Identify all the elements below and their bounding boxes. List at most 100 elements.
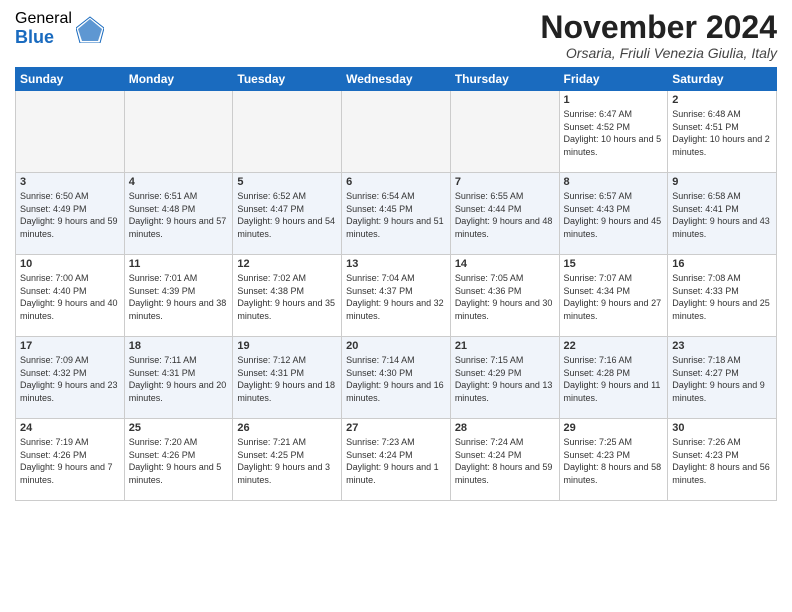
day-number: 11 xyxy=(129,258,229,270)
day-number: 26 xyxy=(237,422,337,434)
day-number: 5 xyxy=(237,176,337,188)
table-row: 28 Sunrise: 7:24 AM Sunset: 4:24 PM Dayli… xyxy=(450,419,559,501)
header-tuesday: Tuesday xyxy=(233,68,342,91)
day-info: Sunrise: 7:23 AM Sunset: 4:24 PM Dayligh… xyxy=(346,436,446,486)
day-info: Sunrise: 7:14 AM Sunset: 4:30 PM Dayligh… xyxy=(346,354,446,404)
day-info: Sunrise: 7:04 AM Sunset: 4:37 PM Dayligh… xyxy=(346,272,446,322)
day-info: Sunrise: 7:25 AM Sunset: 4:23 PM Dayligh… xyxy=(564,436,664,486)
table-row: 22Sunrise: 7:16 AM Sunset: 4:28 PM Dayli… xyxy=(559,337,668,419)
table-row xyxy=(342,91,451,173)
day-info: Sunrise: 7:01 AM Sunset: 4:39 PM Dayligh… xyxy=(129,272,229,322)
table-row: 6 Sunrise: 6:54 AM Sunset: 4:45 PM Daylig… xyxy=(342,173,451,255)
day-info: Sunrise: 7:07 AM Sunset: 4:34 PM Dayligh… xyxy=(564,272,664,322)
table-row: 1 Sunrise: 6:47 AM Sunset: 4:52 PM Daylig… xyxy=(559,91,668,173)
logo-text: General Blue xyxy=(15,10,72,47)
day-info: Sunrise: 7:15 AM Sunset: 4:29 PM Dayligh… xyxy=(455,354,555,404)
header: General Blue November 2024 Orsaria, Friu… xyxy=(15,10,777,61)
logo-blue: Blue xyxy=(15,28,72,48)
day-number: 28 xyxy=(455,422,555,434)
day-number: 6 xyxy=(346,176,446,188)
day-number: 3 xyxy=(20,176,120,188)
table-row xyxy=(233,91,342,173)
day-number: 27 xyxy=(346,422,446,434)
table-row: 15 Sunrise: 7:07 AM Sunset: 4:34 PM Dayli… xyxy=(559,255,668,337)
table-row: 23 Sunrise: 7:18 AM Sunset: 4:27 PM Dayli… xyxy=(668,337,777,419)
day-number: 15 xyxy=(564,258,664,270)
logo: General Blue xyxy=(15,10,104,47)
day-number: 21 xyxy=(455,340,555,352)
table-row: 8 Sunrise: 6:57 AM Sunset: 4:43 PM Daylig… xyxy=(559,173,668,255)
day-number: 1 xyxy=(564,94,664,106)
table-row: 20 Sunrise: 7:14 AM Sunset: 4:30 PM Dayli… xyxy=(342,337,451,419)
calendar-week-row: 24 Sunrise: 7:19 AM Sunset: 4:26 PM Dayli… xyxy=(16,419,777,501)
header-wednesday: Wednesday xyxy=(342,68,451,91)
table-row: 26 Sunrise: 7:21 AM Sunset: 4:25 PM Dayli… xyxy=(233,419,342,501)
day-info: Sunrise: 7:00 AM Sunset: 4:40 PM Dayligh… xyxy=(20,272,120,322)
header-monday: Monday xyxy=(124,68,233,91)
day-info: Sunrise: 7:20 AM Sunset: 4:26 PM Dayligh… xyxy=(129,436,229,486)
day-number: 18 xyxy=(129,340,229,352)
table-row: 19 Sunrise: 7:12 AM Sunset: 4:31 PM Dayli… xyxy=(233,337,342,419)
day-number: 9 xyxy=(672,176,772,188)
day-info: Sunrise: 6:48 AM Sunset: 4:51 PM Dayligh… xyxy=(672,108,772,158)
table-row xyxy=(124,91,233,173)
day-info: Sunrise: 7:09 AM Sunset: 4:32 PM Dayligh… xyxy=(20,354,120,404)
table-row: 11 Sunrise: 7:01 AM Sunset: 4:39 PM Dayli… xyxy=(124,255,233,337)
table-row: 4Sunrise: 6:51 AM Sunset: 4:48 PM Daylig… xyxy=(124,173,233,255)
day-number: 8 xyxy=(564,176,664,188)
day-number: 25 xyxy=(129,422,229,434)
calendar: Sunday Monday Tuesday Wednesday Thursday… xyxy=(15,67,777,501)
day-number: 22 xyxy=(564,340,664,352)
page: General Blue November 2024 Orsaria, Friu… xyxy=(0,0,792,612)
table-row: 27 Sunrise: 7:23 AM Sunset: 4:24 PM Dayli… xyxy=(342,419,451,501)
day-info: Sunrise: 7:08 AM Sunset: 4:33 PM Dayligh… xyxy=(672,272,772,322)
table-row: 25 Sunrise: 7:20 AM Sunset: 4:26 PM Dayli… xyxy=(124,419,233,501)
header-thursday: Thursday xyxy=(450,68,559,91)
logo-general: General xyxy=(15,10,72,28)
day-number: 7 xyxy=(455,176,555,188)
day-info: Sunrise: 7:12 AM Sunset: 4:31 PM Dayligh… xyxy=(237,354,337,404)
day-number: 23 xyxy=(672,340,772,352)
table-row: 2Sunrise: 6:48 AM Sunset: 4:51 PM Daylig… xyxy=(668,91,777,173)
day-info: Sunrise: 6:47 AM Sunset: 4:52 PM Dayligh… xyxy=(564,108,664,158)
table-row: 14Sunrise: 7:05 AM Sunset: 4:36 PM Dayli… xyxy=(450,255,559,337)
day-info: Sunrise: 6:52 AM Sunset: 4:47 PM Dayligh… xyxy=(237,190,337,240)
table-row: 24 Sunrise: 7:19 AM Sunset: 4:26 PM Dayli… xyxy=(16,419,125,501)
table-row: 30Sunrise: 7:26 AM Sunset: 4:23 PM Dayli… xyxy=(668,419,777,501)
day-info: Sunrise: 6:57 AM Sunset: 4:43 PM Dayligh… xyxy=(564,190,664,240)
day-info: Sunrise: 7:11 AM Sunset: 4:31 PM Dayligh… xyxy=(129,354,229,404)
day-number: 20 xyxy=(346,340,446,352)
day-info: Sunrise: 6:54 AM Sunset: 4:45 PM Dayligh… xyxy=(346,190,446,240)
day-number: 10 xyxy=(20,258,120,270)
table-row xyxy=(16,91,125,173)
table-row: 5 Sunrise: 6:52 AM Sunset: 4:47 PM Daylig… xyxy=(233,173,342,255)
day-info: Sunrise: 6:51 AM Sunset: 4:48 PM Dayligh… xyxy=(129,190,229,240)
header-friday: Friday xyxy=(559,68,668,91)
day-number: 19 xyxy=(237,340,337,352)
table-row: 3 Sunrise: 6:50 AM Sunset: 4:49 PM Daylig… xyxy=(16,173,125,255)
day-info: Sunrise: 7:18 AM Sunset: 4:27 PM Dayligh… xyxy=(672,354,772,404)
day-info: Sunrise: 6:50 AM Sunset: 4:49 PM Dayligh… xyxy=(20,190,120,240)
day-info: Sunrise: 7:19 AM Sunset: 4:26 PM Dayligh… xyxy=(20,436,120,486)
day-number: 17 xyxy=(20,340,120,352)
table-row: 21 Sunrise: 7:15 AM Sunset: 4:29 PM Dayli… xyxy=(450,337,559,419)
day-info: Sunrise: 6:55 AM Sunset: 4:44 PM Dayligh… xyxy=(455,190,555,240)
header-sunday: Sunday xyxy=(16,68,125,91)
table-row: 16 Sunrise: 7:08 AM Sunset: 4:33 PM Dayli… xyxy=(668,255,777,337)
day-info: Sunrise: 7:24 AM Sunset: 4:24 PM Dayligh… xyxy=(455,436,555,486)
logo-icon xyxy=(76,15,104,43)
day-info: Sunrise: 7:21 AM Sunset: 4:25 PM Dayligh… xyxy=(237,436,337,486)
table-row: 7 Sunrise: 6:55 AM Sunset: 4:44 PM Daylig… xyxy=(450,173,559,255)
calendar-week-row: 17 Sunrise: 7:09 AM Sunset: 4:32 PM Dayli… xyxy=(16,337,777,419)
table-row: 29Sunrise: 7:25 AM Sunset: 4:23 PM Dayli… xyxy=(559,419,668,501)
day-number: 24 xyxy=(20,422,120,434)
subtitle: Orsaria, Friuli Venezia Giulia, Italy xyxy=(540,45,777,61)
table-row: 10 Sunrise: 7:00 AM Sunset: 4:40 PM Dayli… xyxy=(16,255,125,337)
table-row: 18 Sunrise: 7:11 AM Sunset: 4:31 PM Dayli… xyxy=(124,337,233,419)
calendar-header-row: Sunday Monday Tuesday Wednesday Thursday… xyxy=(16,68,777,91)
header-saturday: Saturday xyxy=(668,68,777,91)
table-row: 13 Sunrise: 7:04 AM Sunset: 4:37 PM Dayli… xyxy=(342,255,451,337)
calendar-week-row: 3 Sunrise: 6:50 AM Sunset: 4:49 PM Daylig… xyxy=(16,173,777,255)
day-number: 16 xyxy=(672,258,772,270)
day-number: 13 xyxy=(346,258,446,270)
